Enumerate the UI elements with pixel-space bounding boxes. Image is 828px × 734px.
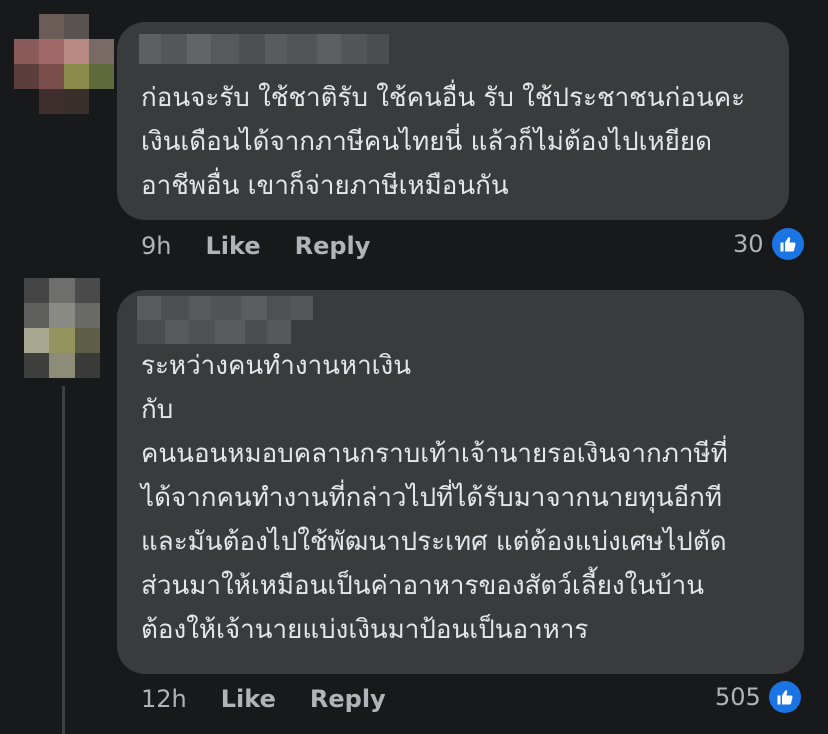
reaction-count[interactable]: 30 (733, 228, 804, 260)
comment-text: ระหว่างคนทำงานหาเงิน กับ คนนอนหมอบคลานกร… (141, 344, 728, 652)
like-button[interactable]: Like (205, 232, 260, 260)
comment-line: ส่วนมาให้เหมือนเป็นค่าอาหารของสัตว์เลี้ย… (141, 571, 704, 601)
comment-line: ได้จากคนทำงานที่กล่าวไปที่ได้รับมาจากนาย… (141, 483, 723, 513)
comment-line: อาชีพอื่น เขาก็จ่ายภาษีเหมือนกัน (141, 171, 509, 201)
like-count: 30 (733, 230, 764, 258)
comment-text: ก่อนจะรับ ใช้ชาติรับ ใช้คนอื่น รับ ใช้ปร… (141, 76, 745, 208)
comment-actions: 9h Like Reply (141, 230, 370, 262)
comment-actions: 12h Like Reply (141, 683, 386, 715)
comment-line: กับ (141, 395, 174, 425)
reply-button[interactable]: Reply (310, 685, 386, 713)
reply-button[interactable]: Reply (295, 232, 371, 260)
thread-line (62, 386, 65, 734)
timestamp[interactable]: 9h (141, 232, 171, 260)
thumbs-up-icon (771, 228, 804, 260)
comment-line: ระหว่างคนทำงานหาเงิน (141, 351, 412, 381)
author-name-blurred[interactable] (137, 296, 313, 344)
like-button[interactable]: Like (221, 685, 276, 713)
like-count: 505 (715, 683, 761, 711)
comment-line: ต้องให้เจ้านายแบ่งเงินมาป้อนเป็นอาหาร (141, 615, 589, 645)
author-name-blurred[interactable] (139, 34, 389, 64)
comment-line: ก่อนจะรับ ใช้ชาติรับ ใช้คนอื่น รับ ใช้ปร… (141, 83, 746, 113)
avatar[interactable] (14, 14, 114, 114)
reaction-count[interactable]: 505 (715, 681, 801, 713)
avatar[interactable] (24, 278, 100, 378)
timestamp[interactable]: 12h (141, 685, 187, 713)
thumbs-up-icon (768, 681, 801, 713)
comment-line: คนนอนหมอบคลานกราบเท้าเจ้านายรอเงินจากภาษ… (141, 439, 728, 469)
comment-line: และมันต้องไปใช้พัฒนาประเทศ แต่ต้องแบ่งเศ… (141, 527, 727, 557)
comment-line: เงินเดือนได้จากภาษีคนไทยนี่ แล้วก็ไม่ต้อ… (141, 127, 712, 157)
